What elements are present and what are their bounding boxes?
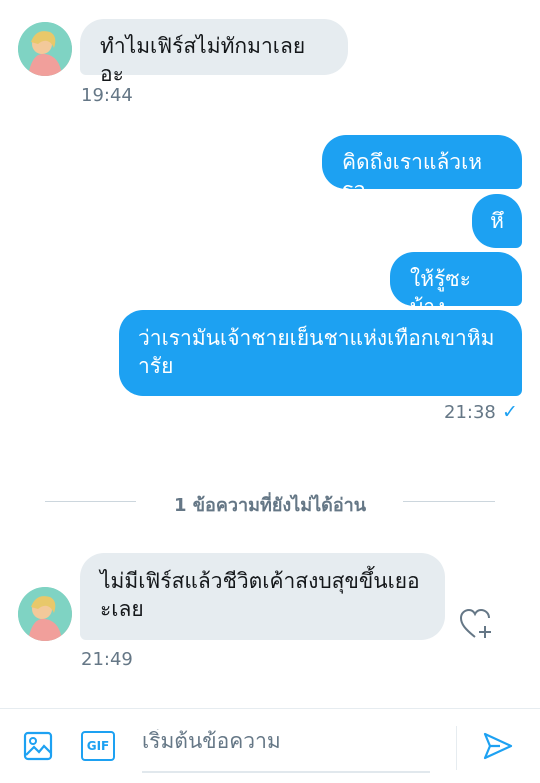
avatar[interactable] <box>18 22 72 76</box>
message-text: ว่าเรามันเจ้าชายเย็นชาแห่งเทือกเขาหิมารั… <box>138 326 495 378</box>
message-text: ทำไมเฟิร์สไม่ทักมาเลยอะ <box>100 34 306 86</box>
divider-line-right <box>403 501 495 502</box>
message-text: หึ <box>490 209 504 233</box>
composer-separator <box>456 726 457 770</box>
like-heart-icon[interactable] <box>458 607 494 641</box>
message-composer: GIF <box>0 708 540 783</box>
message-bubble-incoming[interactable]: ทำไมเฟิร์สไม่ทักมาเลยอะ <box>80 19 348 86</box>
message-bubble-incoming[interactable]: ไม่มีเฟิร์สแล้วชีวิตเค้าสงบสุขขึ้นเยอะเล… <box>80 553 445 640</box>
message-bubble-outgoing[interactable]: ว่าเรามันเจ้าชายเย็นชาแห่งเทือกเขาหิมารั… <box>119 310 522 396</box>
avatar[interactable] <box>18 587 72 641</box>
message-timestamp: 21:38 <box>444 402 496 423</box>
message-input-wrapper <box>142 729 430 773</box>
unread-divider: 1 ข้อความที่ยังไม่ได้อ่าน <box>173 495 367 516</box>
gif-label: GIF <box>86 739 110 753</box>
send-icon[interactable] <box>481 729 515 763</box>
image-upload-icon[interactable] <box>22 730 54 762</box>
message-bubble-outgoing[interactable]: หึ <box>472 194 522 248</box>
message-bubble-outgoing[interactable]: ให้รู้ซะบ้าง <box>390 252 522 319</box>
gif-icon[interactable]: GIF <box>81 731 115 761</box>
message-input[interactable] <box>142 729 430 753</box>
read-checkmark-icon: ✓ <box>502 401 518 423</box>
message-bubble-outgoing[interactable]: คิดถึงเราแล้วเหรอ <box>322 135 522 202</box>
message-text: ไม่มีเฟิร์สแล้วชีวิตเค้าสงบสุขขึ้นเยอะเล… <box>100 569 420 621</box>
message-text: คิดถึงเราแล้วเหรอ <box>342 150 483 202</box>
message-timestamp: 19:44 <box>81 85 133 106</box>
message-timestamp: 21:49 <box>81 649 133 670</box>
